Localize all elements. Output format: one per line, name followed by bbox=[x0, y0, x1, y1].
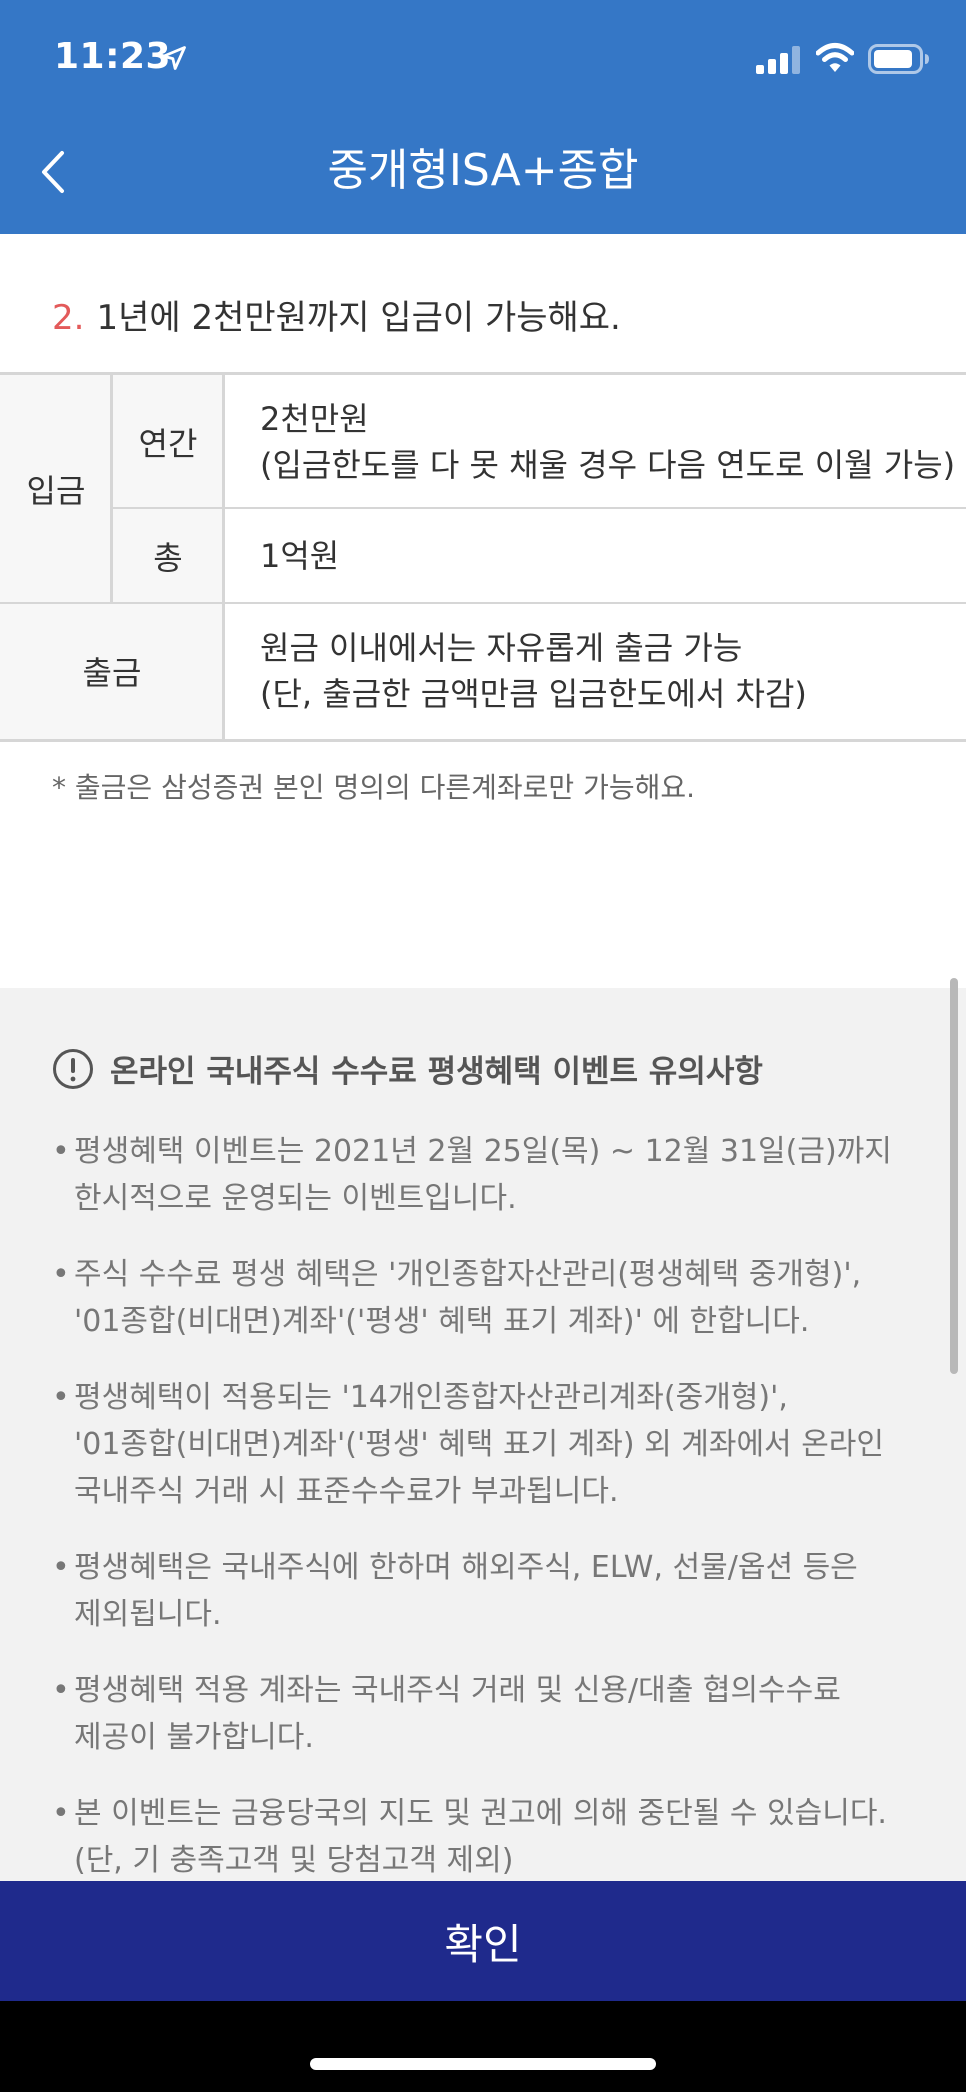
total-label: 총 bbox=[153, 538, 183, 577]
table-divider bbox=[112, 507, 966, 509]
notice-item-text: 평생혜택 이벤트는 2021년 2월 25일(목) ~ 12월 31일(금)까지… bbox=[74, 1134, 892, 1216]
bullet: • bbox=[52, 1134, 70, 1169]
deposit-label: 입금 bbox=[26, 472, 86, 510]
annual-value-note: (입금한도를 다 못 채울 경우 다음 연도로 이월 가능) bbox=[260, 445, 956, 484]
section-number: 2. bbox=[52, 298, 85, 338]
event-notice-section: 온라인 국내주식 수수료 평생혜택 이벤트 유의사항 • 평생혜택 이벤트는 2… bbox=[0, 988, 966, 1881]
confirm-button[interactable]: 확인 bbox=[0, 1881, 966, 2001]
wifi-icon bbox=[816, 43, 854, 72]
bullet: • bbox=[52, 1380, 70, 1415]
annual-value-cell: 2천만원 (입금한도를 다 못 채울 경우 다음 연도로 이월 가능) bbox=[224, 375, 966, 508]
notice-item-text: 평생혜택은 국내주식에 한하며 해외주식, ELW, 선물/옵션 등은 제외됩니… bbox=[74, 1550, 858, 1632]
info-circle-icon bbox=[53, 1048, 93, 1089]
notice-item: • 본 이벤트는 금융당국의 지도 및 권고에 의해 중단될 수 있습니다. (… bbox=[52, 1790, 912, 1881]
location-arrow-icon bbox=[162, 46, 186, 70]
annual-header-cell: 연간 bbox=[112, 375, 224, 508]
withdraw-header-cell: 출금 bbox=[0, 603, 224, 739]
deposit-limit-table: 입금 연간 총 출금 2천만원 (입금한도를 다 못 채울 경우 다음 연도로 … bbox=[0, 372, 966, 742]
notice-item-text: 평생혜택이 적용되는 '14개인종합자산관리계좌(중개형)', '01종합(비대… bbox=[74, 1380, 884, 1509]
total-value-cell: 1억원 bbox=[224, 508, 966, 603]
withdraw-footnote: * 출금은 삼성증권 본인 명의의 다른계좌로만 가능해요. bbox=[52, 771, 696, 804]
status-time: 11:23 bbox=[54, 36, 172, 77]
home-indicator[interactable] bbox=[310, 2058, 656, 2070]
notice-item: • 평생혜택 이벤트는 2021년 2월 25일(목) ~ 12월 31일(금)… bbox=[52, 1128, 912, 1222]
table-divider bbox=[222, 375, 225, 739]
bullet: • bbox=[52, 1550, 70, 1585]
cellular-signal-icon bbox=[756, 46, 800, 74]
total-value: 1억원 bbox=[260, 536, 340, 575]
withdraw-value-cell: 원금 이내에서는 자유롭게 출금 가능 (단, 출금한 금액만큼 입금한도에서 … bbox=[224, 603, 966, 739]
annual-label: 연간 bbox=[138, 424, 198, 463]
table-divider bbox=[0, 602, 966, 604]
section-heading: 2. 1년에 2천만원까지 입금이 가능해요. bbox=[52, 290, 621, 339]
withdraw-label: 출금 bbox=[82, 654, 142, 692]
notice-item: • 평생혜택이 적용되는 '14개인종합자산관리계좌(중개형)', '01종합(… bbox=[52, 1374, 912, 1515]
annual-value: 2천만원 bbox=[260, 399, 369, 438]
notice-item: • 주식 수수료 평생 혜택은 '개인종합자산관리(평생혜택 중개형)', '0… bbox=[52, 1251, 912, 1345]
home-bar-area bbox=[0, 2001, 966, 2092]
notice-item-text: 평생혜택 적용 계좌는 국내주식 거래 및 신용/대출 협의수수료 제공이 불가… bbox=[74, 1673, 841, 1755]
bullet: • bbox=[52, 1796, 70, 1831]
bullet: • bbox=[52, 1673, 70, 1708]
notice-title: 온라인 국내주식 수수료 평생혜택 이벤트 유의사항 bbox=[52, 1046, 763, 1091]
notice-item: • 평생혜택은 국내주식에 한하며 해외주식, ELW, 선물/옵션 등은 제외… bbox=[52, 1544, 912, 1638]
notice-title-text: 온라인 국내주식 수수료 평생혜택 이벤트 유의사항 bbox=[110, 1054, 763, 1090]
notice-list: • 평생혜택 이벤트는 2021년 2월 25일(목) ~ 12월 31일(금)… bbox=[52, 1128, 912, 1881]
notice-item: • 평생혜택 적용 계좌는 국내주식 거래 및 신용/대출 협의수수료 제공이 … bbox=[52, 1667, 912, 1761]
withdraw-value: 원금 이내에서는 자유롭게 출금 가능 bbox=[260, 629, 743, 667]
withdraw-value-note: (단, 출금한 금액만큼 입금한도에서 차감) bbox=[260, 675, 807, 713]
total-header-cell: 총 bbox=[112, 508, 224, 603]
notice-item-text: 본 이벤트는 금융당국의 지도 및 권고에 의해 중단될 수 있습니다. (단,… bbox=[74, 1796, 887, 1878]
battery-icon bbox=[868, 44, 929, 74]
app-header: 11:23 중개형ISA+종합 bbox=[0, 0, 966, 234]
table-divider bbox=[110, 375, 113, 603]
page-title: 중개형ISA+종합 bbox=[327, 145, 639, 196]
deposit-header-cell: 입금 bbox=[0, 375, 112, 603]
notice-item-text: 주식 수수료 평생 혜택은 '개인종합자산관리(평생혜택 중개형)', '01종… bbox=[74, 1257, 862, 1339]
scrollbar-thumb[interactable] bbox=[950, 978, 958, 1374]
section-heading-text: 1년에 2천만원까지 입금이 가능해요. bbox=[96, 298, 621, 338]
bullet: • bbox=[52, 1257, 70, 1292]
confirm-button-label: 확인 bbox=[444, 1919, 522, 1969]
